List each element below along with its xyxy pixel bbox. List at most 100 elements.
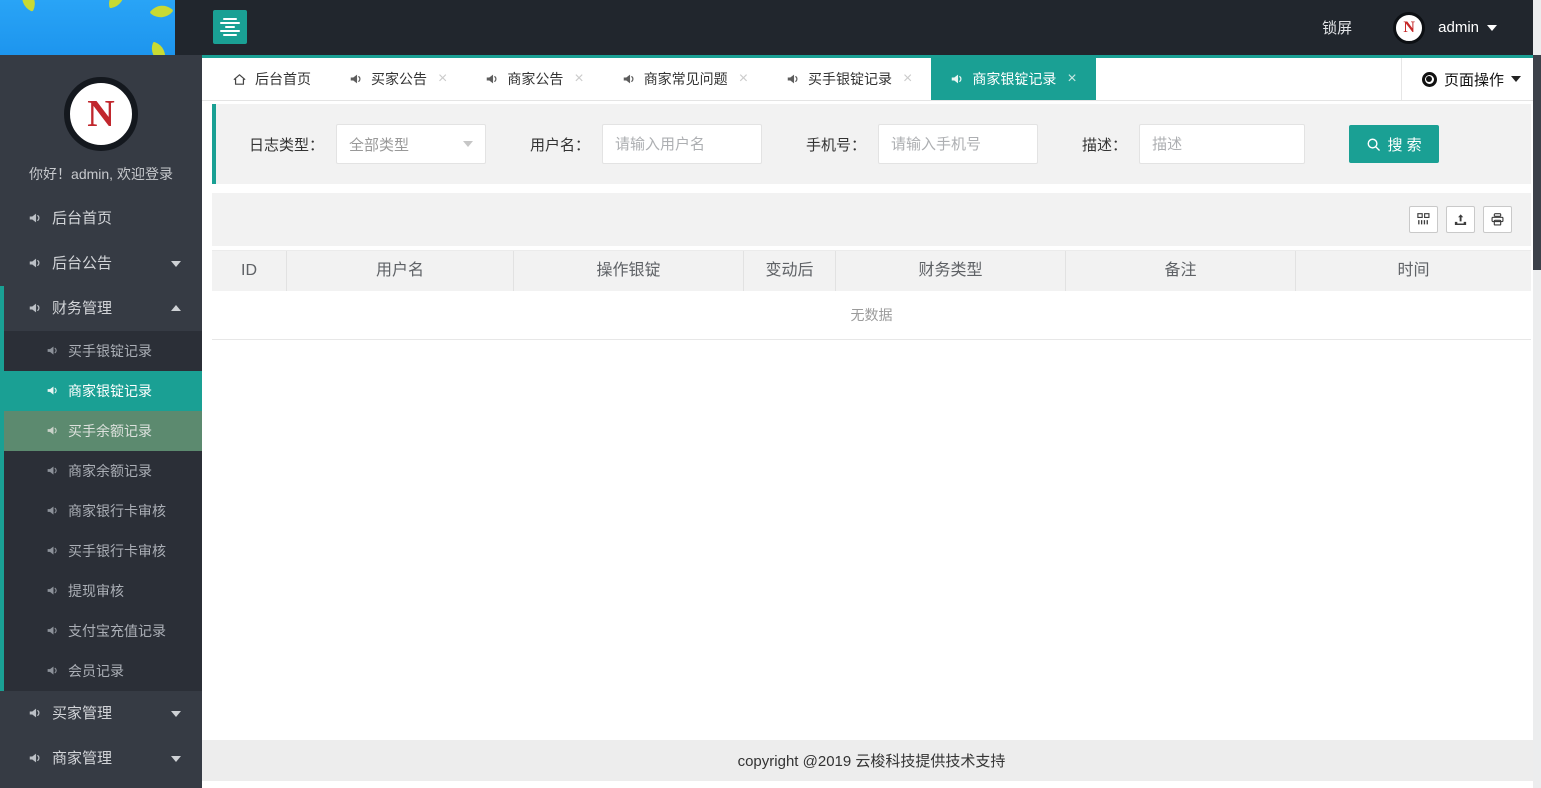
column-header-time: 时间 <box>1397 262 1430 279</box>
speaker-icon <box>486 74 497 84</box>
page-operations-button[interactable]: 页面操作 <box>1401 58 1541 100</box>
tab-label: 买手银锭记录 <box>808 71 893 87</box>
sidebar-item-buyer-management[interactable]: 买家管理 <box>0 691 202 736</box>
tab-buyer-ingot-records[interactable]: 买手银锭记录 <box>767 58 931 100</box>
lock-screen-button[interactable]: 锁屏 <box>1322 17 1352 38</box>
main-content: 后台首页 买家公告 商家公告 商家常见问题 买手银锭记录 <box>202 55 1541 788</box>
column-header-id: ID <box>212 251 287 291</box>
sidebar-group-finance: 财务管理 买手银锭记录 商家银锭记录 买手余额记录 商家余额记录 商家银行卡审核… <box>0 286 202 691</box>
leaf-decoration <box>147 41 170 55</box>
sidebar-item-merchant-bankcard-audit[interactable]: 商家银行卡审核 <box>4 491 202 531</box>
greeting-text: 你好！admin, 欢迎登录 <box>29 166 173 182</box>
tab-merchant-faq[interactable]: 商家常见问题 <box>603 58 767 100</box>
sidebar-item-alipay-recharge-records[interactable]: 支付宝充值记录 <box>4 611 202 651</box>
print-icon <box>1491 213 1504 226</box>
tab-label: 商家公告 <box>507 71 564 87</box>
speaker-icon <box>350 74 361 84</box>
close-icon[interactable] <box>739 71 748 87</box>
tab-label: 后台首页 <box>255 71 311 87</box>
sidebar-item-buyer-bankcard-audit[interactable]: 买手银行卡审核 <box>4 531 202 571</box>
description-label: 描述： <box>1082 136 1128 154</box>
speaker-icon <box>29 257 40 268</box>
sidebar-item-label: 商家银锭记录 <box>68 383 152 399</box>
speaker-icon <box>47 346 57 356</box>
sidebar-item-label: 买家管理 <box>52 705 113 722</box>
sidebar: N 你好！admin, 欢迎登录 后台首页 后台公告 财务管理 买手银锭记录 商… <box>0 55 202 788</box>
close-icon[interactable] <box>903 71 912 87</box>
export-icon <box>1454 214 1467 226</box>
username-label: 用户名： <box>530 136 591 154</box>
log-type-value: 全部类型 <box>349 136 410 154</box>
sidebar-item-finance[interactable]: 财务管理 <box>4 286 202 331</box>
sidebar-item-buyer-ingot-records[interactable]: 买手银锭记录 <box>4 331 202 371</box>
column-header-finance-type: 财务类型 <box>836 251 1066 291</box>
tab-home[interactable]: 后台首页 <box>213 58 330 100</box>
close-icon[interactable] <box>1067 71 1076 87</box>
export-button[interactable] <box>1446 206 1475 233</box>
phone-label: 手机号： <box>806 136 867 154</box>
column-header-after-change: 变动后 <box>744 251 836 291</box>
fisheye-icon <box>1421 71 1437 87</box>
empty-data-row: 无数据 <box>212 291 1531 340</box>
close-icon[interactable] <box>574 71 583 87</box>
logo-letter: N <box>87 93 115 135</box>
chevron-down-icon <box>463 141 474 147</box>
leaf-decoration <box>149 0 174 24</box>
top-bar: 锁屏 N admin <box>0 0 1541 55</box>
column-header-username: 用户名 <box>287 251 514 291</box>
tab-merchant-announcements[interactable]: 商家公告 <box>466 58 602 100</box>
finance-submenu: 买手银锭记录 商家银锭记录 买手余额记录 商家余额记录 商家银行卡审核 买手银行… <box>4 331 202 691</box>
chevron-down-icon <box>1511 76 1521 82</box>
sidebar-menu: 后台首页 后台公告 财务管理 买手银锭记录 商家银锭记录 买手余额记录 商家余额… <box>0 196 202 781</box>
sidebar-item-merchant-management[interactable]: 商家管理 <box>0 736 202 781</box>
sidebar-item-home[interactable]: 后台首页 <box>0 196 202 241</box>
tab-bar: 后台首页 买家公告 商家公告 商家常见问题 买手银锭记录 <box>202 55 1541 101</box>
sidebar-item-label: 会员记录 <box>68 663 124 679</box>
sidebar-item-label: 后台公告 <box>52 255 113 272</box>
search-button[interactable]: 搜 索 <box>1349 125 1440 163</box>
collapse-menu-icon[interactable] <box>213 10 247 44</box>
filter-bar: 日志类型： 全部类型 用户名： 手机号： 描述： 搜 索 <box>212 104 1531 184</box>
leaf-decoration <box>106 0 127 9</box>
sidebar-item-label: 买手银行卡审核 <box>68 543 166 559</box>
topbar-right: 锁屏 N admin <box>1322 0 1497 55</box>
chevron-down-icon <box>171 261 181 267</box>
chevron-down-icon[interactable] <box>1487 24 1497 31</box>
speaker-icon <box>47 666 57 676</box>
sidebar-item-label: 商家管理 <box>52 750 113 767</box>
close-icon[interactable] <box>438 71 447 87</box>
sidebar-item-merchant-ingot-records[interactable]: 商家银锭记录 <box>4 371 202 411</box>
sidebar-logo: N <box>64 77 138 151</box>
phone-input[interactable] <box>878 124 1039 164</box>
speaker-icon <box>29 302 40 313</box>
search-icon <box>1368 138 1381 151</box>
column-header-ingot-operation: 操作银锭 <box>514 251 744 291</box>
log-type-select[interactable]: 全部类型 <box>336 124 487 164</box>
tab-buyer-announcements[interactable]: 买家公告 <box>330 58 466 100</box>
chevron-down-icon <box>171 711 181 717</box>
toolbar-buttons <box>1409 206 1512 233</box>
avatar[interactable]: N <box>1393 11 1426 44</box>
tab-merchant-ingot-records[interactable]: 商家银锭记录 <box>931 58 1096 100</box>
sidebar-item-buyer-balance-records[interactable]: 买手余额记录 <box>4 411 202 451</box>
username-input[interactable] <box>602 124 763 164</box>
speaker-icon <box>47 426 57 436</box>
sidebar-item-member-records[interactable]: 会员记录 <box>4 651 202 691</box>
table-toolbar <box>212 193 1531 246</box>
speaker-icon <box>622 74 634 84</box>
search-button-label: 搜 索 <box>1387 136 1422 154</box>
sidebar-item-withdrawal-audit[interactable]: 提现审核 <box>4 571 202 611</box>
tab-label: 买家公告 <box>371 71 427 87</box>
sidebar-item-label: 支付宝充值记录 <box>68 623 166 639</box>
description-input[interactable] <box>1139 124 1306 164</box>
print-button[interactable] <box>1483 206 1512 233</box>
username-dropdown[interactable]: admin <box>1438 19 1479 36</box>
scrollbar-thumb[interactable] <box>1533 55 1541 270</box>
sidebar-item-label: 商家银行卡审核 <box>68 503 166 519</box>
speaker-icon <box>787 74 798 84</box>
filter-columns-button[interactable] <box>1409 206 1438 233</box>
sidebar-item-announcements[interactable]: 后台公告 <box>0 241 202 286</box>
brand-image <box>0 0 175 55</box>
sidebar-item-merchant-balance-records[interactable]: 商家余额记录 <box>4 451 202 491</box>
sidebar-item-label: 提现审核 <box>68 583 124 599</box>
